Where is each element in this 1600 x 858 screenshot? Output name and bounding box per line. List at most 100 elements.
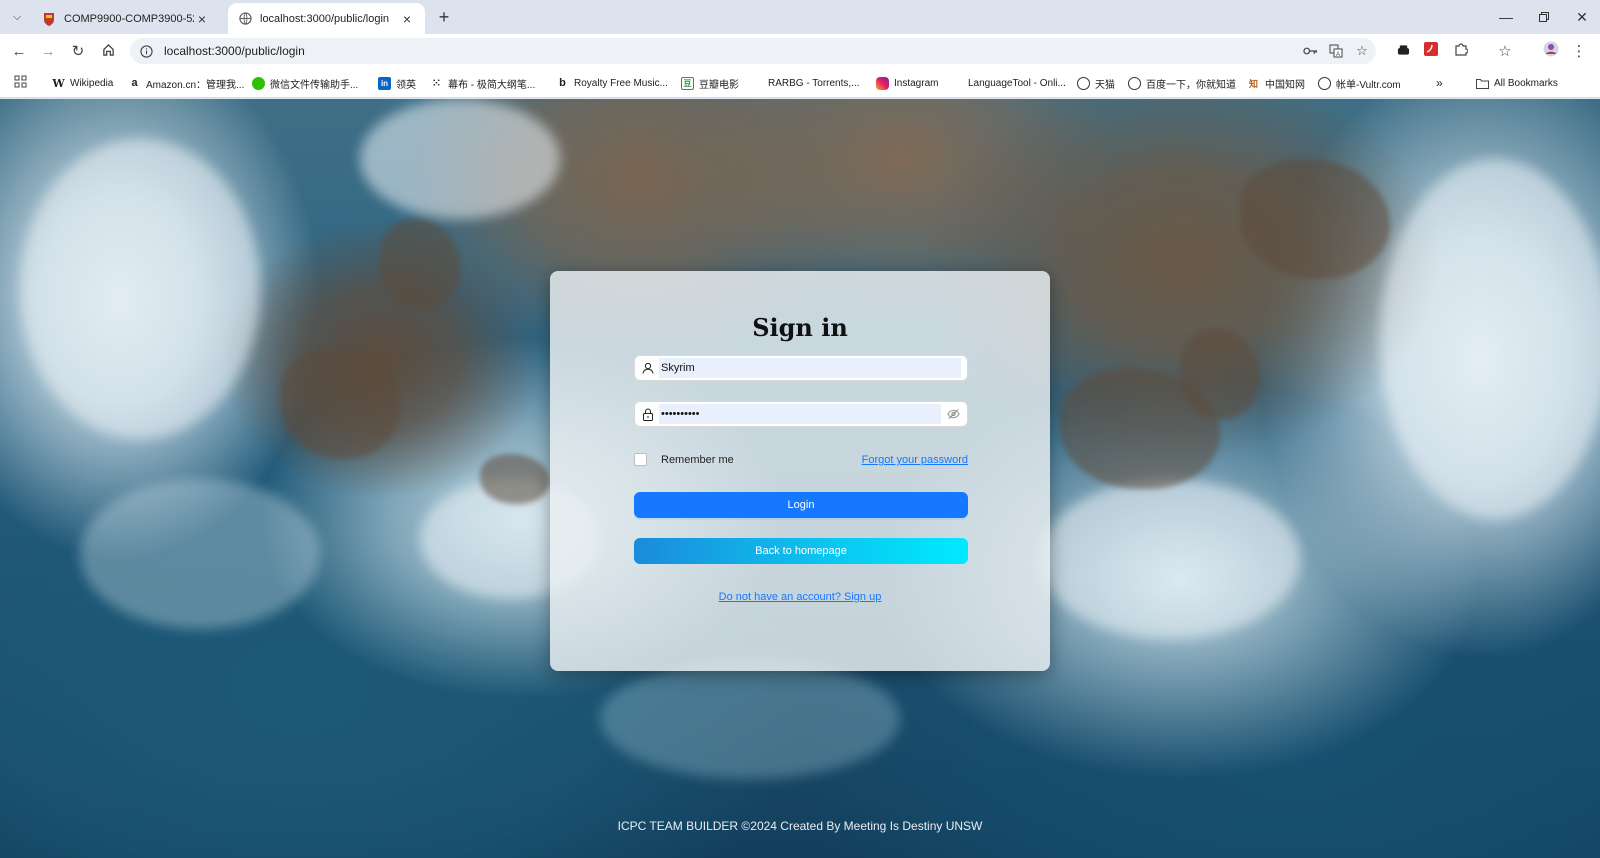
tab-title: COMP9900-COMP3900-5249_0 xyxy=(64,12,194,25)
close-window-button[interactable]: ✕ xyxy=(1570,6,1594,28)
remember-me-checkbox[interactable] xyxy=(634,453,647,466)
star-icon[interactable]: ☆ xyxy=(1352,41,1372,61)
bookmark-amazon[interactable]: a Amazon.cn：管理我... xyxy=(128,75,244,91)
back-to-homepage-button[interactable]: Back to homepage xyxy=(634,538,968,564)
star-list-icon: ☆ xyxy=(1498,43,1512,60)
pdf-extension-icon xyxy=(1424,42,1438,60)
cnki-icon: 知 xyxy=(1248,78,1258,89)
bookmark-rarbg[interactable]: RARBG - Torrents,... xyxy=(768,75,860,91)
amazon-icon: a xyxy=(131,77,138,89)
key-icon[interactable] xyxy=(1300,41,1320,61)
chevron-double-right-icon: » xyxy=(1436,76,1443,90)
forward-button[interactable]: → xyxy=(37,40,59,62)
bookmark-label: Instagram xyxy=(894,77,939,89)
apps-button[interactable] xyxy=(14,75,27,91)
tab-strip: ⌵ COMP9900-COMP3900-5249_0 × localhost:3… xyxy=(0,0,1600,34)
bookmark-label: 天猫 xyxy=(1095,79,1115,91)
tab-login[interactable]: localhost:3000/public/login × xyxy=(228,3,425,34)
bookmark-instagram[interactable]: Instagram xyxy=(876,75,938,91)
wechat-icon xyxy=(252,76,265,90)
all-bookmarks-button[interactable]: All Bookmarks xyxy=(1476,75,1558,91)
address-bar[interactable]: localhost:3000/public/login A ☆ xyxy=(130,38,1376,64)
password-input[interactable] xyxy=(659,404,941,424)
tab-comp9900[interactable]: COMP9900-COMP3900-5249_0 × xyxy=(32,3,220,34)
password-field[interactable] xyxy=(634,401,968,427)
bookmark-label: Amazon.cn：管理我... xyxy=(146,79,245,91)
extensions-button[interactable] xyxy=(1450,40,1472,62)
bookmark-label: 微信文件传输助手... xyxy=(270,79,359,91)
bookmark-baidu[interactable]: 百度一下，你就知道 xyxy=(1128,75,1236,91)
puzzle-icon xyxy=(1454,42,1469,60)
bookmark-linkedin[interactable]: in 领英 xyxy=(378,75,416,91)
more-bookmarks-button[interactable]: » xyxy=(1436,75,1443,91)
bookmark-douban[interactable]: 豆 豆瓣电影 xyxy=(681,75,739,91)
douban-icon: 豆 xyxy=(681,76,694,90)
reload-icon: ↻ xyxy=(71,43,85,60)
reload-button[interactable]: ↻ xyxy=(67,40,89,62)
bookmark-label: 幕布 - 极简大纲笔... xyxy=(448,79,536,91)
sign-in-card: Sign in Remember me Forgot your password… xyxy=(550,271,1050,671)
close-icon[interactable]: × xyxy=(399,11,415,27)
bookmark-label: All Bookmarks xyxy=(1494,77,1558,89)
mubu-icon: ⁙ xyxy=(432,77,441,89)
info-icon[interactable] xyxy=(136,41,156,61)
bookmark-cnki[interactable]: 知 中国知网 xyxy=(1247,75,1305,91)
remember-me-label: Remember me xyxy=(661,453,734,466)
new-tab-button[interactable]: + xyxy=(434,7,454,27)
bookmark-label: 豆瓣电影 xyxy=(699,79,739,91)
close-icon[interactable]: × xyxy=(194,11,210,27)
back-button[interactable]: ← xyxy=(8,40,30,62)
login-page: Sign in Remember me Forgot your password… xyxy=(0,99,1600,858)
bookmark-label: Royalty Free Music... xyxy=(574,77,668,89)
globe-icon xyxy=(1318,76,1331,90)
folder-icon xyxy=(1476,77,1489,90)
profile-button[interactable] xyxy=(1540,40,1562,62)
close-icon: ✕ xyxy=(1576,8,1588,25)
tab-search-button[interactable]: ⌵ xyxy=(6,7,28,27)
browser-toolbar: ← → ↻ localhost:3000/public/login A ☆ ☆ … xyxy=(0,34,1600,68)
linkedin-icon: in xyxy=(378,76,391,90)
restore-icon xyxy=(1539,9,1549,25)
wikipedia-icon: W xyxy=(52,76,65,90)
apps-grid-icon xyxy=(14,75,27,91)
bookmark-tmall[interactable]: 天猫 xyxy=(1077,75,1115,91)
page-footer: ICPC TEAM BUILDER ©2024 Created By Meeti… xyxy=(617,819,983,833)
page-title: Sign in xyxy=(752,313,848,342)
bookmark-label: LanguageTool - Onli... xyxy=(968,77,1066,89)
plus-icon: + xyxy=(438,6,450,27)
bookmark-languagetool[interactable]: LanguageTool - Onli... xyxy=(968,75,1066,91)
bookmark-mubu[interactable]: ⁙ 幕布 - 极简大纲笔... xyxy=(430,75,535,91)
bookmark-label: 领英 xyxy=(396,79,416,91)
restore-button[interactable] xyxy=(1532,6,1556,28)
globe-icon xyxy=(238,12,252,26)
avatar xyxy=(1543,41,1559,61)
globe-icon xyxy=(1077,76,1090,90)
bookmark-label: RARBG - Torrents,... xyxy=(768,77,860,89)
username-input[interactable] xyxy=(659,358,961,378)
bookmark-wikipedia[interactable]: W Wikipedia xyxy=(52,75,113,91)
extension-button[interactable] xyxy=(1392,40,1414,62)
login-button[interactable]: Login xyxy=(634,492,968,518)
extension-button[interactable] xyxy=(1420,40,1442,62)
arrow-left-icon: ← xyxy=(11,42,27,60)
university-crest-icon xyxy=(42,12,56,26)
tab-title: localhost:3000/public/login xyxy=(260,12,390,25)
eye-invisible-icon[interactable] xyxy=(945,406,961,422)
instagram-icon xyxy=(876,76,889,90)
username-field[interactable] xyxy=(634,355,968,381)
home-button[interactable] xyxy=(97,40,119,62)
bookmark-wechat[interactable]: 微信文件传输助手... xyxy=(252,75,358,91)
bookmarks-button[interactable]: ☆ xyxy=(1494,40,1516,62)
remember-me[interactable]: Remember me xyxy=(634,453,734,466)
bookmark-label: 百度一下，你就知道 xyxy=(1146,79,1236,91)
lock-icon xyxy=(641,407,655,421)
minimize-icon: — xyxy=(1499,9,1513,25)
bookmark-vultr[interactable]: 帐单-Vultr.com xyxy=(1318,75,1401,91)
sign-up-link[interactable]: Do not have an account? Sign up xyxy=(550,591,1050,603)
forgot-password-link[interactable]: Forgot your password xyxy=(862,454,968,466)
more-vertical-icon: ⋮ xyxy=(1571,43,1587,60)
translate-icon[interactable]: A xyxy=(1326,41,1346,61)
minimize-button[interactable]: — xyxy=(1494,6,1518,28)
bookmark-royalty-free-music[interactable]: b Royalty Free Music... xyxy=(556,75,668,91)
menu-button[interactable]: ⋮ xyxy=(1568,40,1590,62)
